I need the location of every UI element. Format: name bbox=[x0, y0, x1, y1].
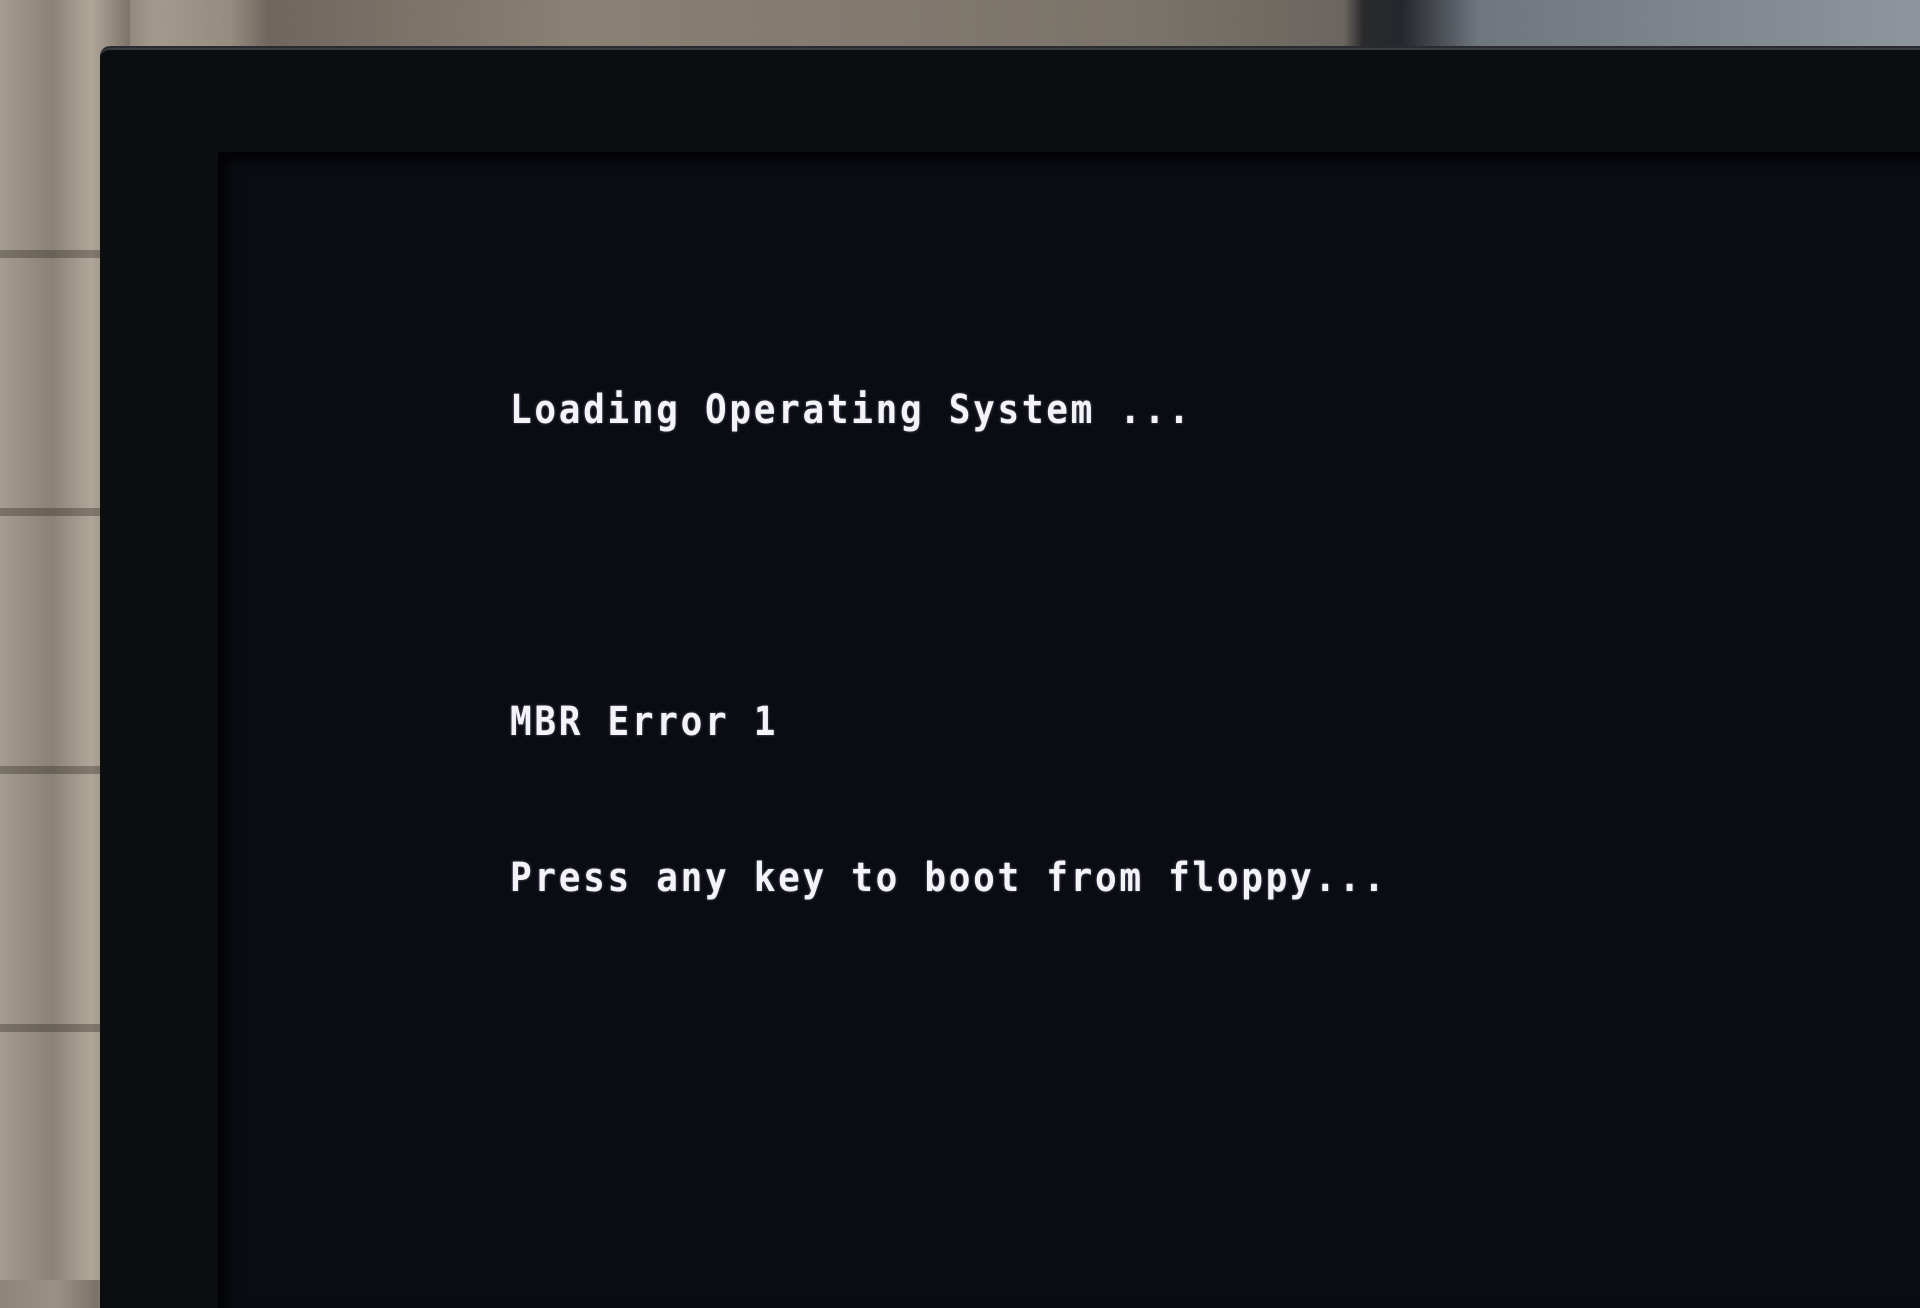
monitor-bezel: Loading Operating System ... MBR Error 1… bbox=[100, 46, 1920, 1308]
mbr-error-line: MBR Error 1 bbox=[510, 699, 779, 745]
monitor-screen[interactable]: Loading Operating System ... MBR Error 1… bbox=[218, 152, 1920, 1308]
boot-status-line: Loading Operating System ... bbox=[510, 387, 1193, 433]
boot-prompt-line: Press any key to boot from floppy... bbox=[510, 855, 1388, 901]
boot-console: Loading Operating System ... MBR Error 1… bbox=[510, 280, 1387, 1008]
